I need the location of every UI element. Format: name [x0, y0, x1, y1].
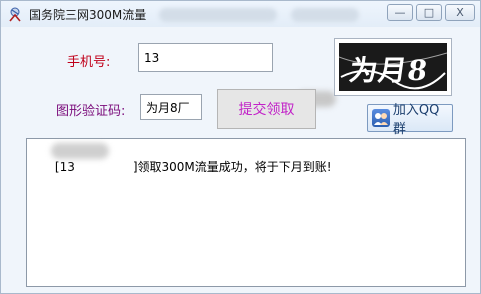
phone-input[interactable]: 13 — [138, 43, 336, 107]
qq-button-label: 加入QQ群 — [392, 103, 440, 137]
captcha-value: 为月8厂 — [146, 100, 190, 115]
app-icon — [7, 6, 23, 22]
join-qq-group-button[interactable]: 加入QQ群 — [367, 103, 453, 137]
captcha-image-text: 为月8厂 — [347, 54, 431, 87]
captcha-image-canvas: 为月8厂 — [339, 43, 447, 91]
log-redaction — [51, 143, 109, 159]
title-bar[interactable]: 国务院三网300M流量 — □ X — [1, 1, 480, 27]
log-prefix: [13 — [54, 160, 75, 174]
submit-button-label: 提交领取 — [238, 102, 295, 118]
minimize-button[interactable]: — — [387, 4, 413, 21]
log-textarea[interactable]: [13 ]领取300M流量成功，将于下月到账! — [26, 138, 466, 287]
phone-label: 手机号: — [67, 55, 111, 70]
phone-value: 13 — [144, 50, 160, 65]
captcha-image[interactable]: 为月8厂 — [334, 38, 452, 96]
qq-group-icon — [372, 109, 390, 127]
close-button[interactable]: X — [445, 4, 475, 21]
captcha-label: 图形验证码: — [56, 104, 126, 119]
log-message: ]领取300M流量成功，将于下月到账! — [132, 160, 332, 174]
app-window: 国务院三网300M流量 — □ X 手机号: 13 图形验证码: 为月8厂 提交… — [0, 0, 481, 294]
title-redaction — [291, 8, 359, 22]
submit-button[interactable]: 提交领取 — [217, 89, 316, 129]
maximize-button[interactable]: □ — [416, 4, 442, 21]
window-title: 国务院三网300M流量 — [29, 8, 147, 22]
title-redaction — [159, 8, 277, 22]
captcha-input[interactable]: 为月8厂 — [140, 94, 202, 120]
